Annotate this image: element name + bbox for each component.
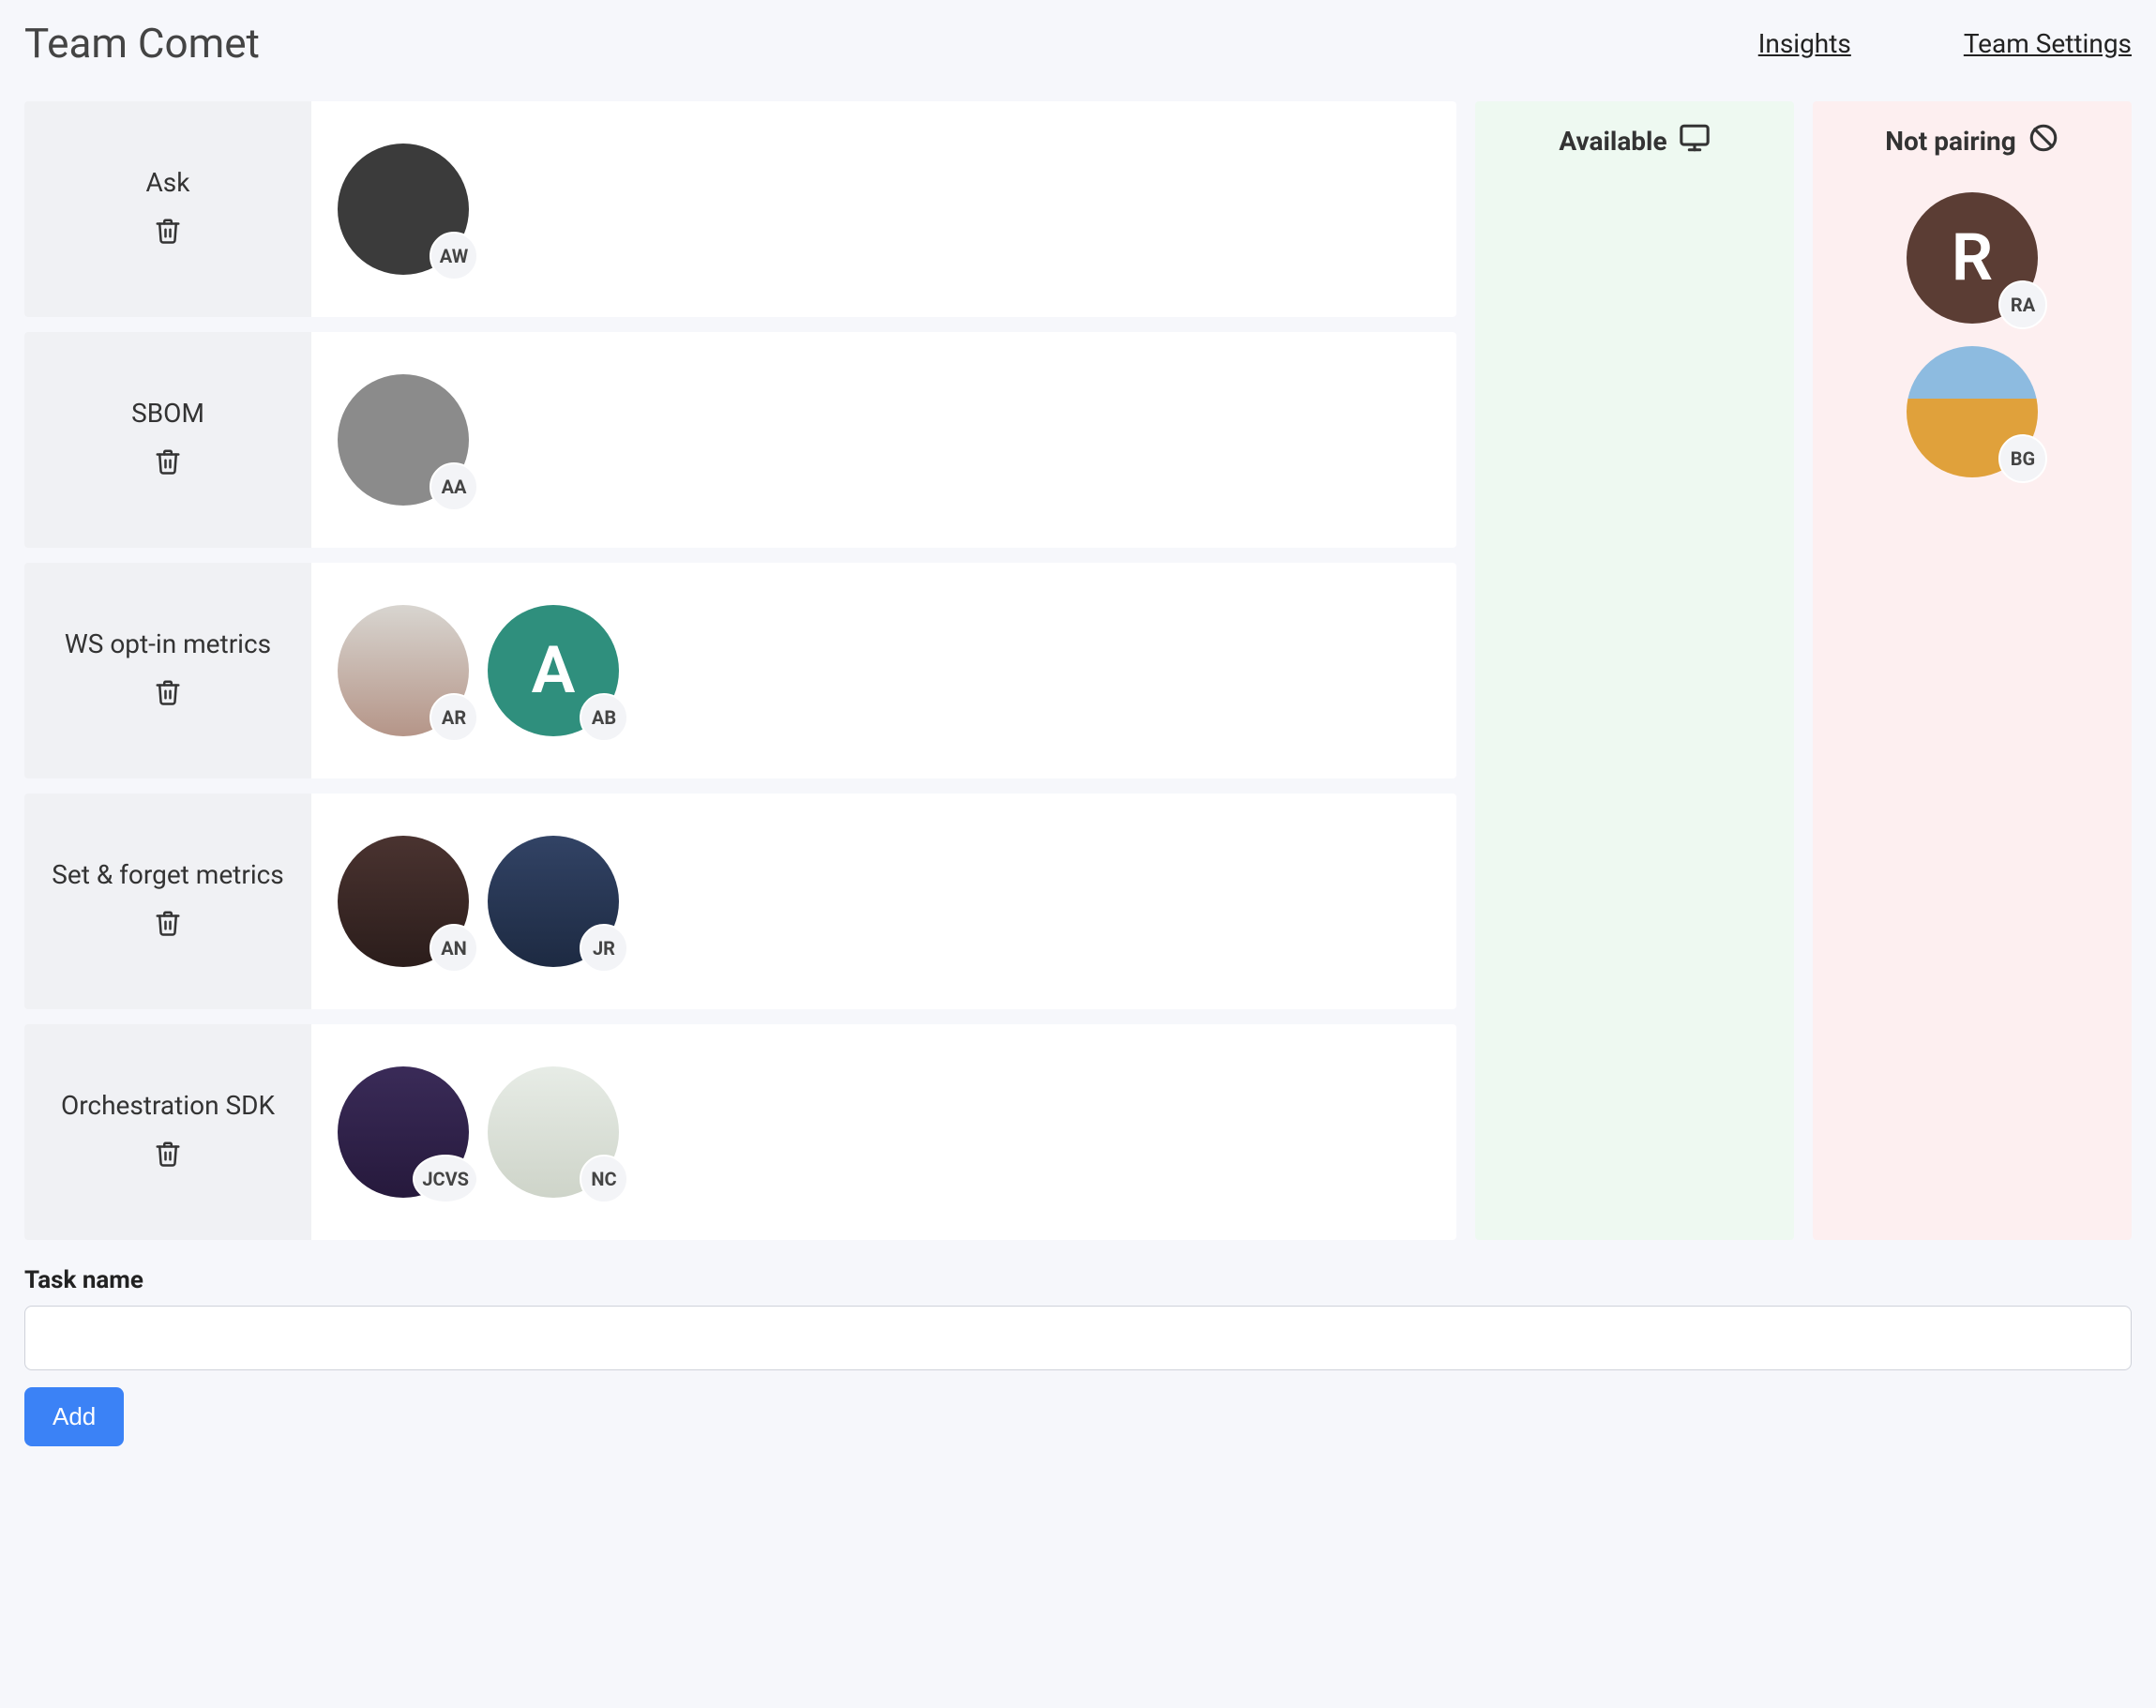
avatar[interactable]: BG [1907, 346, 2038, 477]
task-name: Orchestration SDK [61, 1090, 275, 1121]
delete-task-button[interactable] [150, 674, 186, 713]
avatar-initials-badge: AN [430, 924, 478, 973]
available-title: Available [1559, 126, 1666, 157]
trash-icon [154, 926, 182, 940]
insights-link[interactable]: Insights [1758, 28, 1851, 59]
available-column[interactable]: Available [1475, 101, 1794, 1240]
avatar-initials-badge: AA [430, 462, 478, 511]
avatar-initials-badge: AW [430, 232, 478, 280]
avatar-initials-badge: AR [430, 693, 478, 742]
prohibit-icon [2028, 122, 2059, 160]
task-people-area[interactable]: ARAAB [311, 563, 1456, 778]
team-title: Team Comet [24, 19, 260, 68]
delete-task-button[interactable] [150, 213, 186, 251]
trash-icon [154, 695, 182, 709]
task-label-cell: Ask [24, 101, 311, 317]
task-people-area[interactable]: JCVSNC [311, 1024, 1456, 1240]
task-name-input[interactable] [24, 1306, 2132, 1370]
delete-task-button[interactable] [150, 905, 186, 944]
avatar[interactable]: AR [338, 605, 469, 736]
avatar[interactable]: JR [488, 836, 619, 967]
trash-icon [154, 1156, 182, 1171]
avatar[interactable]: RRA [1907, 192, 2038, 324]
add-button[interactable]: Add [24, 1387, 124, 1446]
task-people-area[interactable]: AW [311, 101, 1456, 317]
avatar-initials-badge: JR [580, 924, 628, 973]
task-label-cell: Orchestration SDK [24, 1024, 311, 1240]
avatar[interactable]: AW [338, 144, 469, 275]
task-row: Set & forget metricsANJR [24, 794, 1456, 1009]
avatar[interactable]: NC [488, 1066, 619, 1198]
task-name: Set & forget metrics [52, 859, 284, 890]
avatar[interactable]: AN [338, 836, 469, 967]
task-row: WS opt-in metrics ARAAB [24, 563, 1456, 778]
avatar-initials-badge: BG [1998, 434, 2047, 483]
task-label-cell: Set & forget metrics [24, 794, 311, 1009]
avatar[interactable]: AAB [488, 605, 619, 736]
delete-task-button[interactable] [150, 1136, 186, 1174]
avatar-initials-badge: JCVS [413, 1155, 478, 1203]
avatar-initials-badge: RA [1998, 280, 2047, 329]
team-settings-link[interactable]: Team Settings [1964, 28, 2132, 59]
task-people-area[interactable]: AA [311, 332, 1456, 548]
task-row: SBOM AA [24, 332, 1456, 548]
avatar[interactable]: JCVS [338, 1066, 469, 1198]
avatar[interactable]: AA [338, 374, 469, 506]
avatar-initials-badge: NC [580, 1155, 628, 1203]
task-people-area[interactable]: ANJR [311, 794, 1456, 1009]
task-name: WS opt-in metrics [65, 628, 271, 659]
monitor-icon [1679, 122, 1711, 160]
task-name: SBOM [131, 398, 204, 429]
task-row: Ask AW [24, 101, 1456, 317]
task-name: Ask [146, 167, 190, 198]
delete-task-button[interactable] [150, 444, 186, 482]
not-pairing-title: Not pairing [1885, 126, 2016, 157]
task-label-cell: WS opt-in metrics [24, 563, 311, 778]
avatar-initials-badge: AB [580, 693, 628, 742]
task-name-label: Task name [24, 1266, 2132, 1294]
trash-icon [154, 464, 182, 478]
task-row: Orchestration SDKJCVSNC [24, 1024, 1456, 1240]
trash-icon [154, 234, 182, 248]
not-pairing-column[interactable]: Not pairing RRA BG [1813, 101, 2132, 1240]
task-label-cell: SBOM [24, 332, 311, 548]
